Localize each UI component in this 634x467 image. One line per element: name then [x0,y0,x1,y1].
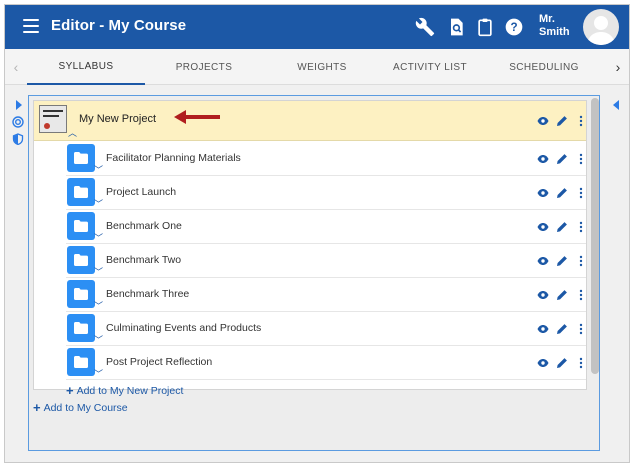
more-options-icon[interactable] [573,185,589,201]
tab-scroll-right-button[interactable]: › [607,49,629,85]
eye-icon[interactable] [535,151,551,167]
folder-row[interactable]: ﹀ Project Launch [66,176,586,210]
plus-icon: + [66,383,74,398]
project-template-thumbnail [39,105,67,133]
more-options-icon[interactable] [573,287,589,303]
add-to-project-link[interactable]: + Add to My New Project [66,383,183,398]
play-icon[interactable] [13,98,25,110]
collapse-right-panel-icon[interactable] [610,98,622,110]
folder-label: Culminating Events and Products [106,322,262,334]
folder-row[interactable]: ﹀ Benchmark Three [66,278,586,312]
project-row[interactable]: ︿ My New Project [34,101,586,141]
eye-icon[interactable] [535,185,551,201]
folder-icon [67,314,95,342]
tab-projects[interactable]: PROJECTS [145,49,263,85]
pencil-icon[interactable] [554,113,570,129]
eye-icon[interactable] [535,321,551,337]
folder-actions [532,244,589,277]
avatar[interactable] [583,9,619,45]
eye-icon[interactable] [535,113,551,129]
folder-row[interactable]: ﹀ Benchmark One [66,210,586,244]
folder-icon [67,212,95,240]
pencil-icon[interactable] [554,185,570,201]
folder-actions [532,210,589,243]
syllabus-panel: ︿ My New Project ﹀ Facilitator Planning M… [28,95,600,451]
expand-caret-icon[interactable]: ﹀ [94,166,103,175]
folder-icon [67,246,95,274]
tab-syllabus[interactable]: SYLLABUS [27,49,145,85]
folder-actions [532,346,589,379]
pencil-icon[interactable] [554,287,570,303]
scrollbar[interactable] [591,98,599,450]
folder-label: Project Launch [106,186,177,198]
eye-icon[interactable] [535,355,551,371]
pencil-icon[interactable] [554,219,570,235]
user-name: Mr. Smith [539,13,570,38]
folder-label: Benchmark One [106,220,182,232]
pencil-icon[interactable] [554,355,570,371]
expand-caret-icon[interactable]: ︿ [68,129,77,138]
folder-actions [532,142,589,175]
folder-icon [67,178,95,206]
plus-icon: + [33,400,41,415]
folder-actions [532,176,589,209]
more-options-icon[interactable] [573,355,589,371]
folder-label: Benchmark Three [106,288,190,300]
folder-label: Benchmark Two [106,254,182,266]
scrollbar-thumb[interactable] [591,98,599,374]
expand-caret-icon[interactable]: ﹀ [94,336,103,345]
expand-caret-icon[interactable]: ﹀ [94,234,103,243]
add-to-course-link[interactable]: + Add to My Course [33,400,128,415]
tab-bar: ‹ SYLLABUS PROJECTS WEIGHTS ACTIVITY LIS… [5,49,629,85]
more-options-icon[interactable] [573,151,589,167]
document-search-icon[interactable] [446,17,466,37]
folder-icon [67,144,95,172]
more-options-icon[interactable] [573,253,589,269]
eye-icon[interactable] [535,253,551,269]
red-arrow-annotation-icon [174,110,220,124]
folder-row[interactable]: ﹀ Benchmark Two [66,244,586,278]
help-icon[interactable]: ? [504,17,524,37]
expand-caret-icon[interactable]: ﹀ [94,302,103,311]
folder-label: Post Project Reflection [106,356,213,368]
folder-icon [67,280,95,308]
folder-row[interactable]: ﹀ Culminating Events and Products [66,312,586,346]
more-options-icon[interactable] [573,113,589,129]
expand-caret-icon[interactable]: ﹀ [94,268,103,277]
folder-row[interactable]: ﹀ Post Project Reflection [66,346,586,380]
app-window: Editor - My Course ? Mr. Smith ‹ SYLLABU… [4,4,630,463]
project-actions [532,101,589,140]
more-options-icon[interactable] [573,321,589,337]
page-title: Editor - My Course [51,17,187,34]
expand-caret-icon[interactable]: ﹀ [94,200,103,209]
project-title: My New Project [79,113,157,125]
svg-text:?: ? [510,21,517,34]
wrench-icon[interactable] [415,17,435,37]
folder-icon [67,348,95,376]
eye-icon[interactable] [535,287,551,303]
folder-actions [532,278,589,311]
folder-row[interactable]: ﹀ Facilitator Planning Materials [66,142,586,176]
folder-actions [532,312,589,345]
tab-scroll-left-button[interactable]: ‹ [5,49,27,85]
pencil-icon[interactable] [554,321,570,337]
folder-label: Facilitator Planning Materials [106,152,241,164]
eye-icon[interactable] [535,219,551,235]
project-tree: ︿ My New Project ﹀ Facilitator Planning M… [33,100,587,397]
expand-caret-icon[interactable]: ﹀ [94,370,103,379]
pencil-icon[interactable] [554,253,570,269]
target-icon[interactable] [12,115,24,128]
tab-scheduling[interactable]: SCHEDULING [485,49,603,85]
shield-icon[interactable] [12,132,24,146]
clipboard-icon[interactable] [475,17,495,37]
tab-activity-list[interactable]: ACTIVITY LIST [375,49,485,85]
tab-weights[interactable]: WEIGHTS [263,49,381,85]
top-app-bar: Editor - My Course ? Mr. Smith [5,5,629,49]
more-options-icon[interactable] [573,219,589,235]
menu-icon[interactable] [23,19,39,33]
pencil-icon[interactable] [554,151,570,167]
